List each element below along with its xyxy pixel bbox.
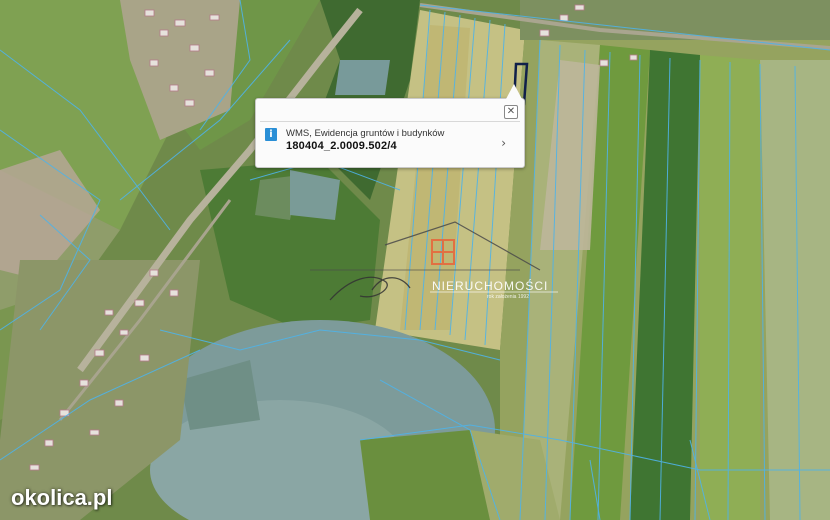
popup-divider [260, 121, 520, 122]
chevron-right-icon[interactable]: › [501, 136, 506, 150]
site-logo: okolica.pl [11, 485, 113, 510]
close-icon[interactable]: ✕ [504, 105, 518, 119]
info-icon: i [265, 128, 277, 141]
watermark-brand: NIERUCHOMOŚCI [432, 279, 549, 293]
popup-pointer [506, 84, 522, 99]
layer-name: WMS, Ewidencja gruntów i budynków [286, 128, 445, 139]
aerial-map[interactable] [0, 0, 830, 520]
identify-popup: ✕ i WMS, Ewidencja gruntów i budynków 18… [255, 84, 525, 168]
watermark-since: rok założenia 1992 [487, 294, 529, 300]
parcel-id[interactable]: 180404_2.0009.502/4 [286, 140, 397, 152]
